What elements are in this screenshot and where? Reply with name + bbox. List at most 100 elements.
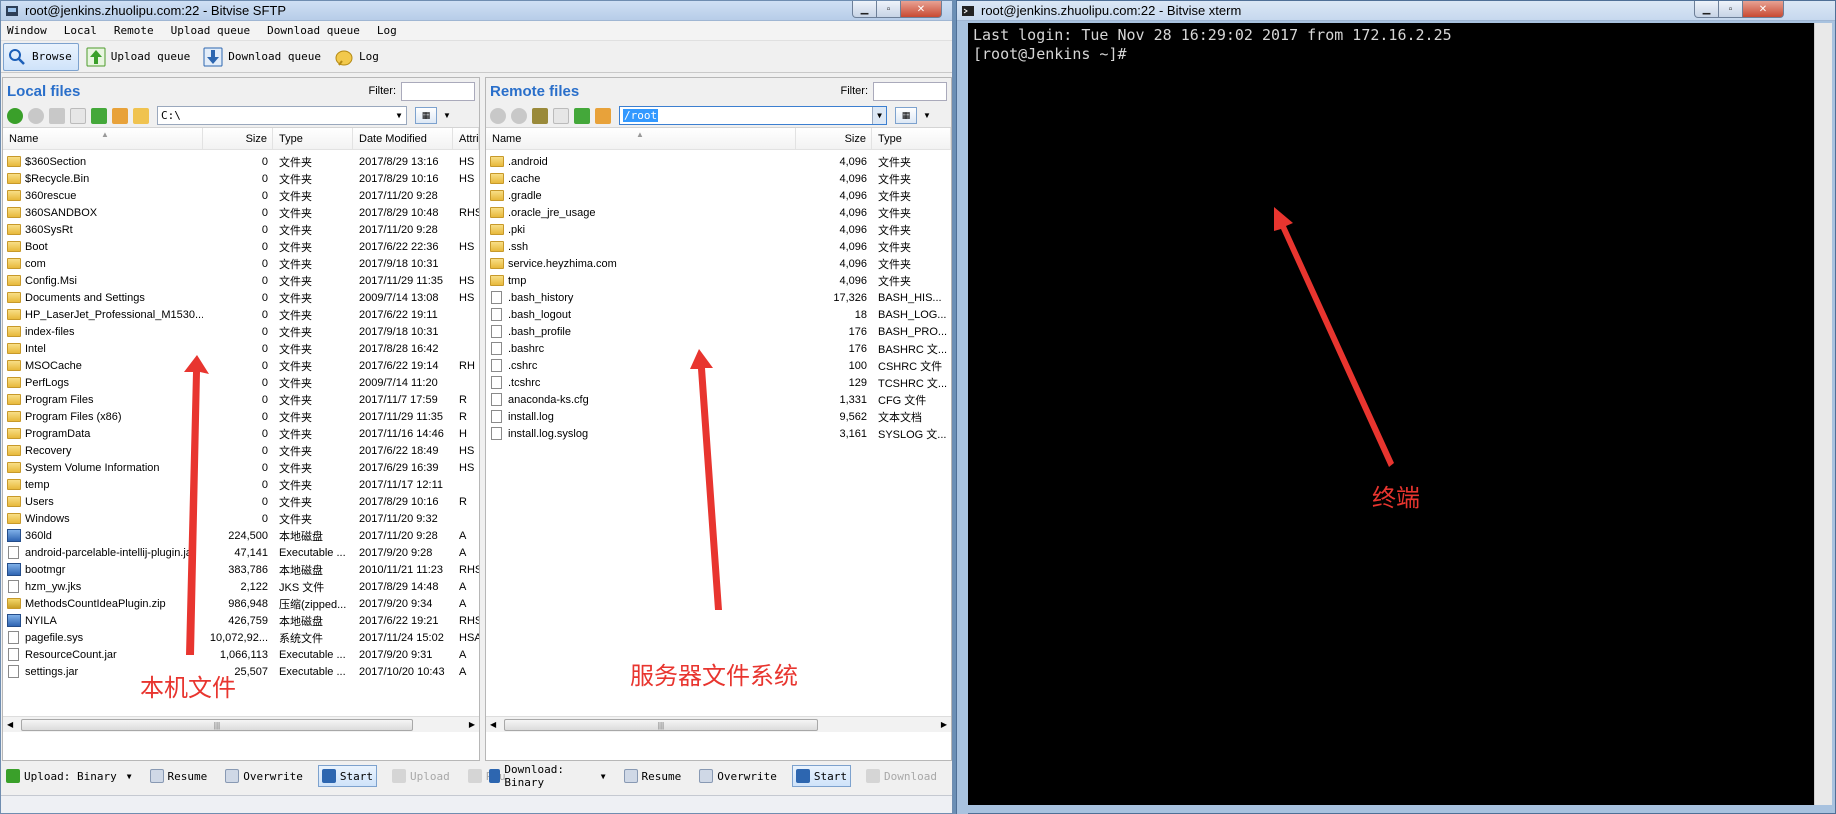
table-row[interactable]: bootmgr 383,786 本地磁盘 2010/11/21 11:23 RHS — [3, 561, 479, 578]
table-row[interactable]: .cache 4,096 文件夹 — [486, 170, 951, 187]
terminal-screen[interactable]: Last login: Tue Nov 28 16:29:02 2017 fro… — [968, 23, 1814, 805]
menu-window[interactable]: Window — [7, 24, 47, 37]
column-type[interactable]: Type — [273, 128, 353, 149]
column-date-modified[interactable]: Date Modified — [353, 128, 453, 149]
overwrite-button[interactable]: Overwrite — [222, 765, 306, 787]
table-row[interactable]: .ssh 4,096 文件夹 — [486, 238, 951, 255]
local-filter-input[interactable] — [401, 81, 475, 101]
table-row[interactable]: 360SysRt 0 文件夹 2017/11/20 9:28 — [3, 221, 479, 238]
new-folder-icon[interactable] — [133, 107, 149, 124]
resume-button[interactable]: Resume — [621, 765, 685, 787]
minimize-button[interactable]: ▁ — [852, 1, 877, 18]
table-row[interactable]: settings.jar 25,507 Executable ... 2017/10/… — [3, 663, 479, 680]
table-row[interactable]: NYILA 426,759 本地磁盘 2017/6/22 19:21 RHS — [3, 612, 479, 629]
table-row[interactable]: 360ld 224,500 本地磁盘 2017/11/20 9:28 A — [3, 527, 479, 544]
new-file-icon[interactable] — [553, 107, 569, 124]
table-row[interactable]: MSOCache 0 文件夹 2017/6/22 19:14 RH — [3, 357, 479, 374]
terminal-vertical-scrollbar[interactable] — [1814, 23, 1832, 805]
chevron-down-icon[interactable]: ▼ — [872, 107, 886, 124]
new-file-icon[interactable] — [70, 107, 86, 124]
table-row[interactable]: .oracle_jre_usage 4,096 文件夹 — [486, 204, 951, 221]
menu-log[interactable]: Log — [377, 24, 397, 37]
table-row[interactable]: Program Files 0 文件夹 2017/11/7 17:59 R — [3, 391, 479, 408]
resume-button[interactable]: Resume — [147, 765, 211, 787]
table-row[interactable]: .tcshrc 129 TCSHRC 文... — [486, 374, 951, 391]
maximize-button[interactable]: ▫ — [876, 1, 901, 18]
table-row[interactable]: anaconda-ks.cfg 1,331 CFG 文件 — [486, 391, 951, 408]
column-attributes[interactable]: Attri — [453, 128, 479, 149]
scroll-left-icon[interactable]: ◀ — [490, 720, 496, 729]
table-row[interactable]: Program Files (x86) 0 文件夹 2017/11/29 11:35 R — [3, 408, 479, 425]
log-button[interactable]: Log — [331, 43, 385, 71]
home-icon[interactable] — [112, 107, 128, 124]
table-row[interactable]: Boot 0 文件夹 2017/6/22 22:36 HS — [3, 238, 479, 255]
close-button[interactable]: ✕ — [900, 1, 942, 18]
scroll-left-icon[interactable]: ◀ — [7, 720, 13, 729]
scroll-right-icon[interactable]: ▶ — [469, 720, 475, 729]
table-row[interactable]: temp 0 文件夹 2017/11/17 12:11 — [3, 476, 479, 493]
table-row[interactable]: service.heyzhima.com 4,096 文件夹 — [486, 255, 951, 272]
table-row[interactable]: $Recycle.Bin 0 文件夹 2017/8/29 10:16 HS — [3, 170, 479, 187]
scroll-thumb[interactable]: ||| — [504, 719, 818, 731]
column-size[interactable]: Size — [796, 128, 872, 149]
download-button[interactable]: Download — [863, 765, 940, 787]
table-row[interactable]: System Volume Information 0 文件夹 2017/6/29 1… — [3, 459, 479, 476]
table-row[interactable]: .bash_profile 176 BASH_PRO... — [486, 323, 951, 340]
table-row[interactable]: .bashrc 176 BASHRC 文... — [486, 340, 951, 357]
minimize-button[interactable]: ▁ — [1694, 1, 1719, 18]
browse-button[interactable]: Browse — [3, 42, 79, 71]
remote-filter-input[interactable] — [873, 81, 947, 101]
refresh-icon[interactable] — [91, 107, 107, 124]
menu-download-queue[interactable]: Download queue — [267, 24, 360, 37]
table-row[interactable]: .pki 4,096 文件夹 — [486, 221, 951, 238]
start-button[interactable]: Start — [791, 765, 852, 787]
table-row[interactable]: com 0 文件夹 2017/9/18 10:31 — [3, 255, 479, 272]
table-row[interactable]: MethodsCountIdeaPlugin.zip 986,948 压缩(zipp… — [3, 595, 479, 612]
menu-upload-queue[interactable]: Upload queue — [171, 24, 250, 37]
forward-icon[interactable] — [511, 107, 527, 124]
back-icon[interactable] — [490, 107, 506, 124]
table-row[interactable]: .cshrc 100 CSHRC 文件 — [486, 357, 951, 374]
menu-remote[interactable]: Remote — [114, 24, 154, 37]
upload-button[interactable]: Upload — [389, 765, 453, 787]
table-row[interactable]: hzm_yw.jks 2,122 JKS 文件 2017/8/29 14:48 A — [3, 578, 479, 595]
table-row[interactable]: Config.Msi 0 文件夹 2017/11/29 11:35 HS — [3, 272, 479, 289]
table-row[interactable]: Users 0 文件夹 2017/8/29 10:16 R — [3, 493, 479, 510]
table-row[interactable]: 360rescue 0 文件夹 2017/11/20 9:28 — [3, 187, 479, 204]
table-row[interactable]: $360Section 0 文件夹 2017/8/29 13:16 HS — [3, 153, 479, 170]
table-row[interactable]: 360SANDBOX 0 文件夹 2017/8/29 10:48 RHS — [3, 204, 479, 221]
back-icon[interactable] — [7, 107, 23, 124]
local-path-input[interactable]: C:\ ▼ — [157, 106, 407, 125]
remote-path-input[interactable]: /root ▼ — [619, 106, 887, 125]
chevron-down-icon[interactable]: ▼ — [392, 107, 406, 124]
table-row[interactable]: install.log.syslog 3,161 SYSLOG 文... — [486, 425, 951, 442]
table-row[interactable]: .gradle 4,096 文件夹 — [486, 187, 951, 204]
scroll-thumb[interactable]: ||| — [21, 719, 413, 731]
local-horizontal-scrollbar[interactable]: ◀ ||| ▶ — [3, 716, 479, 732]
upload-queue-button[interactable]: Upload queue — [83, 43, 196, 71]
table-row[interactable]: index-files 0 文件夹 2017/9/18 10:31 — [3, 323, 479, 340]
view-mode-icon[interactable]: ▦ — [415, 107, 437, 124]
overwrite-button[interactable]: Overwrite — [696, 765, 780, 787]
table-row[interactable]: Documents and Settings 0 文件夹 2009/7/14 13:0… — [3, 289, 479, 306]
table-row[interactable]: install.log 9,562 文本文档 — [486, 408, 951, 425]
chevron-down-icon[interactable]: ▼ — [923, 111, 931, 120]
forward-icon[interactable] — [28, 107, 44, 124]
up-folder-icon[interactable] — [532, 107, 548, 124]
column-size[interactable]: Size — [203, 128, 273, 149]
table-row[interactable]: .bash_logout 18 BASH_LOG... — [486, 306, 951, 323]
table-row[interactable]: pagefile.sys 10,072,92... 系统文件 2017/11/24 1… — [3, 629, 479, 646]
download-queue-button[interactable]: Download queue — [200, 43, 327, 71]
view-mode-icon[interactable]: ▦ — [895, 107, 917, 124]
table-row[interactable]: Intel 0 文件夹 2017/8/28 16:42 — [3, 340, 479, 357]
scroll-right-icon[interactable]: ▶ — [941, 720, 947, 729]
table-row[interactable]: PerfLogs 0 文件夹 2009/7/14 11:20 — [3, 374, 479, 391]
table-row[interactable]: .bash_history 17,326 BASH_HIS... — [486, 289, 951, 306]
table-row[interactable]: HP_LaserJet_Professional_M1530... 0 文件夹 201… — [3, 306, 479, 323]
table-row[interactable]: Windows 0 文件夹 2017/11/20 9:32 — [3, 510, 479, 527]
table-row[interactable]: ResourceCount.jar 1,066,113 Executable ...… — [3, 646, 479, 663]
upload-mode-dropdown[interactable]: Upload: Binary ▼ — [3, 765, 135, 787]
table-row[interactable]: .android 4,096 文件夹 — [486, 153, 951, 170]
remote-horizontal-scrollbar[interactable]: ◀ ||| ▶ — [486, 716, 951, 732]
table-row[interactable]: ProgramData 0 文件夹 2017/11/16 14:46 H — [3, 425, 479, 442]
